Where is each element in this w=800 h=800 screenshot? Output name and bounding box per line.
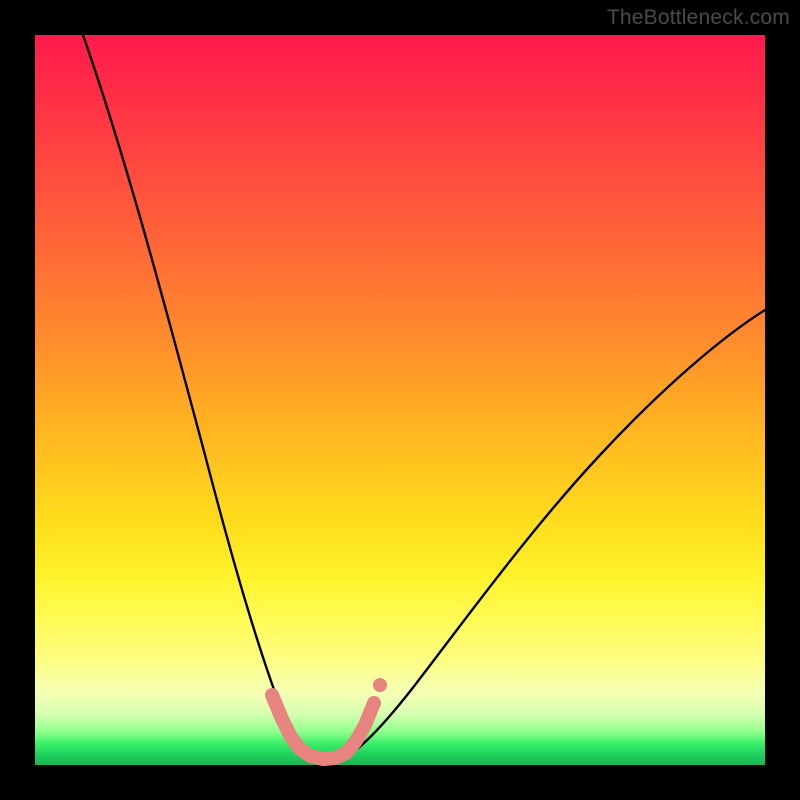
right-curve <box>335 310 765 763</box>
chart-frame: TheBottleneck.com <box>0 0 800 800</box>
chart-svg <box>35 35 765 765</box>
plot-area <box>35 35 765 765</box>
residual-path <box>272 695 374 759</box>
watermark-text: TheBottleneck.com <box>607 6 790 30</box>
residual-dot <box>373 678 387 692</box>
left-curve <box>83 35 303 757</box>
